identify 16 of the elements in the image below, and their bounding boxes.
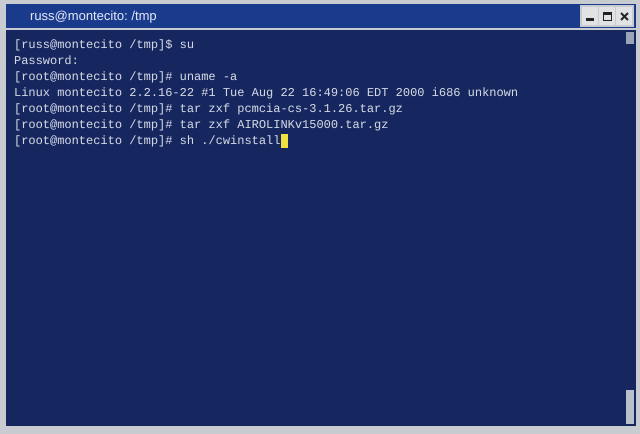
- window-title: russ@montecito: /tmp: [30, 7, 158, 26]
- minimize-icon: [586, 18, 594, 21]
- terminal-line: [root@montecito /tmp]# tar zxf pcmcia-cs-3.1.26.tar.gz: [14, 101, 403, 117]
- scrollbar-thumb[interactable]: [626, 390, 634, 424]
- close-icon: [620, 12, 628, 20]
- maximize-icon: [602, 12, 612, 20]
- terminal-line: Linux montecito 2.2.16-22 #1 Tue Aug 22 16:49:06 EDT 2000 i686 unknown: [14, 85, 518, 101]
- terminal-line: Password:: [14, 53, 79, 69]
- terminal-line: [root@montecito /tmp]# sh ./cwinstall: [14, 133, 280, 149]
- terminal-line: [root@montecito /tmp]# uname -a: [14, 69, 238, 85]
- minimize-button[interactable]: [582, 7, 598, 25]
- scrollbar-top-marker: [626, 32, 634, 44]
- terminal-line: [russ@montecito /tmp]$ su: [14, 37, 194, 53]
- close-button[interactable]: [616, 7, 632, 25]
- terminal-line: [root@montecito /tmp]# tar zxf AIROLINKv15000.tar.gz: [14, 117, 388, 133]
- maximize-button[interactable]: [599, 7, 615, 25]
